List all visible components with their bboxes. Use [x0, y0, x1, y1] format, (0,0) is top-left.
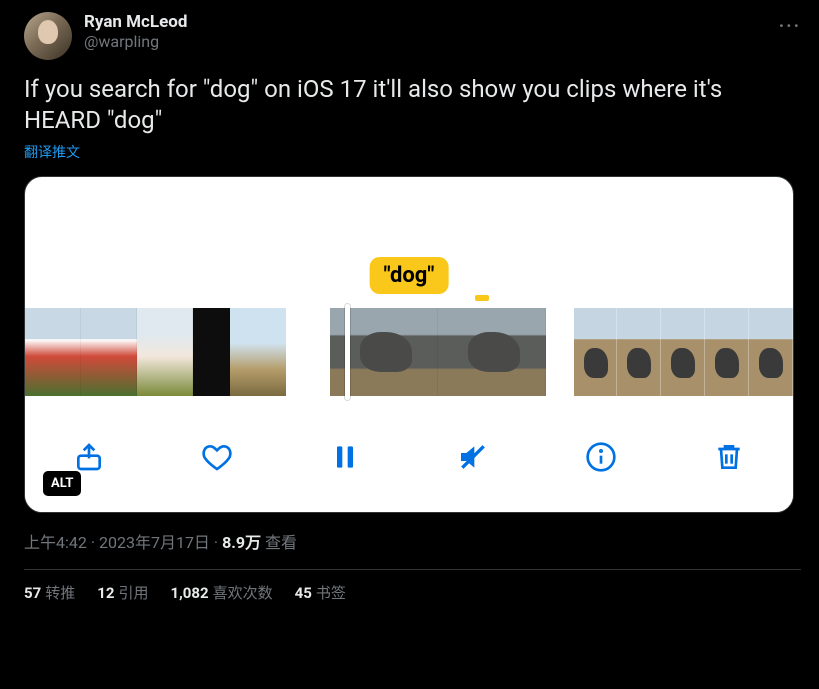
clip-frame — [749, 308, 793, 396]
likes-stat[interactable]: 1,082 喜欢次数 — [170, 582, 272, 603]
bookmarks-count: 45 — [295, 584, 312, 602]
clip-gap — [286, 308, 330, 396]
clip-frame — [81, 308, 137, 396]
more-icon[interactable]: ··· — [775, 12, 805, 41]
display-name[interactable]: Ryan McLeod — [84, 12, 187, 32]
clip-gap — [546, 308, 574, 396]
tweet-time[interactable]: 上午4:42 — [24, 533, 87, 552]
tweet-container: Ryan McLeod @warpling ··· If you search … — [0, 0, 819, 613]
likes-label: 喜欢次数 — [213, 584, 273, 602]
media-toolbar — [25, 402, 793, 512]
tweet-meta: 上午4:42 · 2023年7月17日 · 8.9万 查看 — [24, 529, 801, 553]
clip-frame — [574, 308, 618, 396]
tweet-stats: 57转推 12引用 1,082 喜欢次数 45书签 — [24, 582, 801, 603]
heart-icon[interactable] — [195, 435, 239, 479]
clip-frame — [705, 308, 749, 396]
clip-frame — [137, 308, 193, 396]
playhead[interactable] — [345, 304, 350, 400]
user-handle[interactable]: @warpling — [84, 32, 187, 52]
bookmarks-stat[interactable]: 45书签 — [295, 582, 346, 603]
info-icon[interactable] — [579, 435, 623, 479]
quotes-stat[interactable]: 12引用 — [97, 582, 148, 603]
mute-icon[interactable] — [451, 435, 495, 479]
views-label: 查看 — [265, 533, 297, 552]
quotes-count: 12 — [97, 584, 114, 602]
avatar[interactable] — [24, 12, 72, 60]
retweets-count: 57 — [24, 584, 41, 602]
clip-frame — [193, 308, 231, 396]
tweet-body-text: If you search for "dog" on iOS 17 it'll … — [24, 74, 801, 136]
clip-frame — [25, 308, 81, 396]
quotes-label: 引用 — [118, 584, 148, 602]
clip-frame — [617, 308, 661, 396]
likes-count: 1,082 — [170, 584, 208, 602]
media-card[interactable]: "dog" — [24, 176, 794, 513]
video-scrubber-strip[interactable] — [25, 308, 793, 396]
bookmarks-label: 书签 — [316, 584, 346, 602]
user-names: Ryan McLeod @warpling — [84, 12, 187, 52]
trash-icon[interactable] — [707, 435, 751, 479]
clip-frame — [661, 308, 705, 396]
retweets-stat[interactable]: 57转推 — [24, 582, 75, 603]
bubble-tick — [475, 295, 489, 301]
clip-frame — [438, 308, 546, 396]
alt-badge[interactable]: ALT — [43, 471, 81, 496]
caption-bubble: "dog" — [370, 257, 449, 294]
divider — [24, 569, 801, 570]
tweet-date[interactable]: 2023年7月17日 — [99, 533, 210, 552]
translate-link[interactable]: 翻译推文 — [24, 142, 801, 162]
views-count: 8.9万 — [222, 533, 261, 552]
pause-icon[interactable] — [323, 435, 367, 479]
clip-frame — [230, 308, 286, 396]
tweet-header: Ryan McLeod @warpling ··· — [24, 12, 801, 60]
retweets-label: 转推 — [45, 584, 75, 602]
